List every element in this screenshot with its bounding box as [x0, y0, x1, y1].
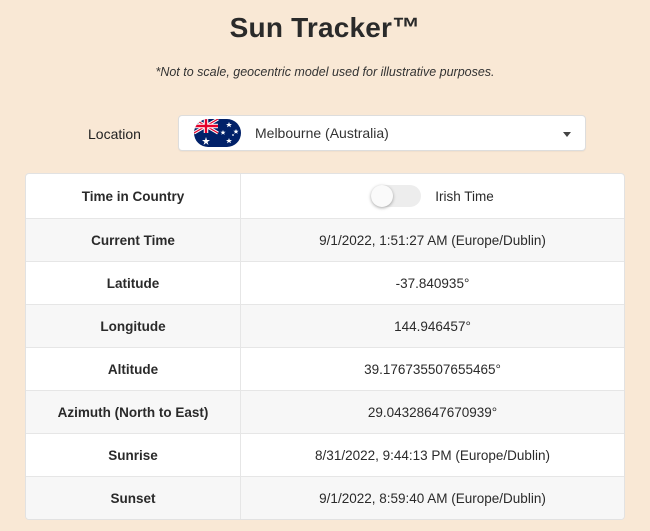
row-label: Sunrise — [26, 434, 241, 476]
sun-data-table: Time in Country Irish Time Current Time … — [25, 173, 625, 520]
row-value: 29.04328647670939° — [367, 404, 498, 420]
table-row-latitude: Latitude -37.840935° — [26, 261, 624, 304]
row-value: 9/1/2022, 1:51:27 AM (Europe/Dublin) — [319, 232, 546, 248]
row-value: 39.176735507655465° — [364, 361, 501, 377]
table-row-sunrise: Sunrise 8/31/2022, 9:44:13 PM (Europe/Du… — [26, 433, 624, 476]
irish-time-toggle[interactable] — [371, 185, 422, 207]
row-label: Altitude — [26, 348, 241, 390]
table-row-sunset: Sunset 9/1/2022, 8:59:40 AM (Europe/Dubl… — [26, 476, 624, 519]
chevron-down-icon[interactable] — [563, 132, 571, 137]
irish-time-label: Irish Time — [435, 188, 494, 204]
table-row-longitude: Longitude 144.946457° — [26, 304, 624, 347]
page-title: Sun Tracker™ — [229, 12, 421, 43]
row-label: Current Time — [26, 219, 241, 261]
table-row-time-in-country: Time in Country Irish Time — [26, 174, 624, 218]
location-select-value: Melbourne (Australia) — [255, 125, 389, 141]
australia-flag-icon — [194, 119, 241, 147]
row-label: Azimuth (North to East) — [26, 391, 241, 433]
location-select[interactable]: Melbourne (Australia) — [178, 115, 586, 151]
row-label: Longitude — [26, 305, 241, 347]
row-label: Sunset — [26, 477, 241, 519]
irish-time-toggle-group: Irish Time — [371, 185, 494, 207]
table-row-azimuth: Azimuth (North to East) 29.0432864767093… — [26, 390, 624, 433]
row-label: Latitude — [26, 262, 241, 304]
row-label: Time in Country — [26, 174, 241, 218]
table-row-current-time: Current Time 9/1/2022, 1:51:27 AM (Europ… — [26, 218, 624, 261]
row-value: 9/1/2022, 8:59:40 AM (Europe/Dublin) — [319, 490, 546, 506]
row-value: Irish Time — [241, 174, 624, 218]
row-value: -37.840935° — [395, 275, 470, 291]
row-value: 144.946457° — [394, 318, 471, 334]
row-value: 8/31/2022, 9:44:13 PM (Europe/Dublin) — [315, 447, 550, 463]
table-row-altitude: Altitude 39.176735507655465° — [26, 347, 624, 390]
location-label: Location — [88, 126, 141, 142]
page-subtitle: *Not to scale, geocentric model used for… — [155, 65, 495, 79]
toggle-knob[interactable] — [371, 185, 394, 207]
